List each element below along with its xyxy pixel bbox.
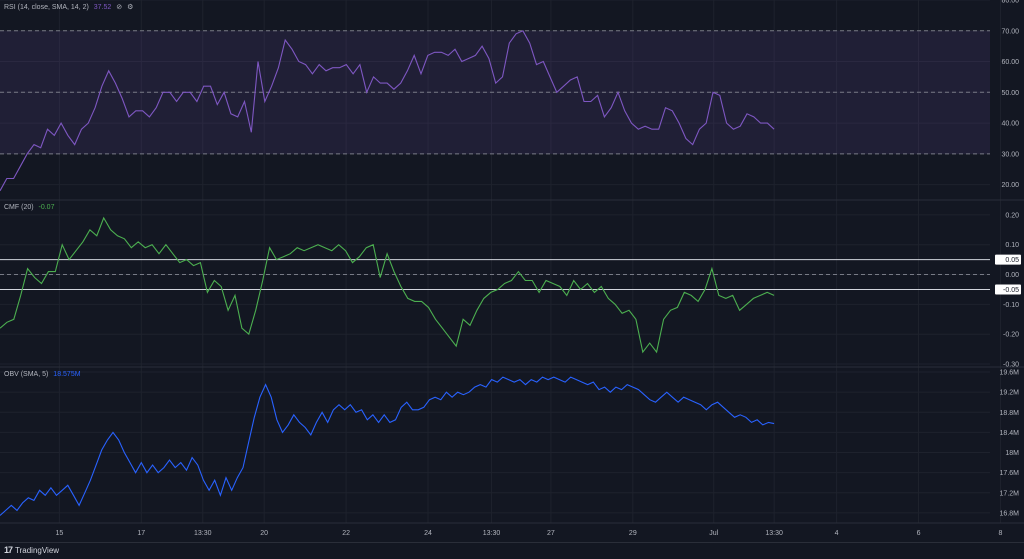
obv-value: 18.575M — [53, 371, 81, 378]
obv-ytick-label-2: 18.8M — [1000, 410, 1020, 417]
chart-canvas[interactable]: 80.0070.0060.0050.0040.0030.0020.000.200… — [0, 0, 1024, 542]
obv-ytick-label-1: 19.2M — [1000, 390, 1020, 397]
cmf-level-label-0: 0.05 — [1005, 257, 1019, 264]
xtick-label-10: 13:30 — [765, 530, 783, 537]
xtick-label-12: 6 — [917, 530, 921, 537]
obv-ytick-label-7: 16.8M — [1000, 510, 1020, 517]
rsi-ytick-label-2: 60.00 — [1001, 59, 1019, 66]
tradingview-logo-icon: 17 — [4, 545, 13, 555]
rsi-value: 37.52 — [93, 4, 112, 11]
footer-bar: 17 TradingView — [0, 542, 1024, 559]
rsi-legend[interactable]: RSI (14, close, SMA, 14, 2) 37.52 ⊘ ⚙ — [4, 3, 133, 11]
cmf-value: -0.07 — [38, 204, 55, 211]
xtick-label-2: 13:30 — [194, 530, 212, 537]
xtick-label-7: 27 — [547, 530, 555, 537]
xtick-label-3: 20 — [260, 530, 268, 537]
obv-ytick-label-5: 17.6M — [1000, 470, 1020, 477]
xtick-label-8: 29 — [629, 530, 637, 537]
xtick-label-11: 4 — [835, 530, 839, 537]
eye-slash-icon[interactable]: ⊘ — [116, 4, 122, 11]
rsi-ytick-label-5: 30.00 — [1001, 151, 1019, 158]
xtick-label-4: 22 — [342, 530, 350, 537]
xtick-label-0: 15 — [55, 530, 63, 537]
cmf-ytick-label-2: 0.00 — [1005, 272, 1019, 279]
obv-ytick-label-4: 18M — [1005, 450, 1019, 457]
rsi-title: RSI (14, close, SMA, 14, 2) — [4, 4, 89, 11]
brand-name: TradingView — [15, 545, 60, 555]
cmf-title: CMF (20) — [4, 204, 34, 211]
cmf-ytick-label-4: -0.20 — [1003, 332, 1019, 339]
obv-legend[interactable]: OBV (SMA, 5) 18.575M — [4, 371, 81, 378]
xtick-label-13: 8 — [998, 530, 1002, 537]
rsi-ytick-label-6: 20.00 — [1001, 182, 1019, 189]
rsi-ytick-label-3: 50.00 — [1001, 90, 1019, 97]
obv-ytick-label-6: 17.2M — [1000, 490, 1020, 497]
obv-ytick-label-0: 19.6M — [1000, 370, 1020, 377]
xtick-label-6: 13:30 — [483, 530, 501, 537]
cmf-level-label-1: -0.05 — [1003, 287, 1019, 294]
cmf-legend[interactable]: CMF (20) -0.07 — [4, 204, 54, 211]
xtick-label-9: Jul — [709, 530, 718, 537]
tradingview-brand[interactable]: 17 TradingView — [4, 545, 59, 555]
rsi-ytick-label-4: 40.00 — [1001, 121, 1019, 128]
obv-ytick-label-3: 18.4M — [1000, 430, 1020, 437]
xtick-label-5: 24 — [424, 530, 432, 537]
rsi-ytick-label-1: 70.00 — [1001, 28, 1019, 35]
cmf-ytick-label-3: -0.10 — [1003, 302, 1019, 309]
xtick-label-1: 17 — [137, 530, 145, 537]
cmf-ytick-label-0: 0.20 — [1005, 212, 1019, 219]
gear-icon[interactable]: ⚙ — [127, 4, 133, 11]
obv-title: OBV (SMA, 5) — [4, 371, 49, 378]
cmf-ytick-label-1: 0.10 — [1005, 242, 1019, 249]
rsi-ytick-label-0: 80.00 — [1001, 0, 1019, 5]
